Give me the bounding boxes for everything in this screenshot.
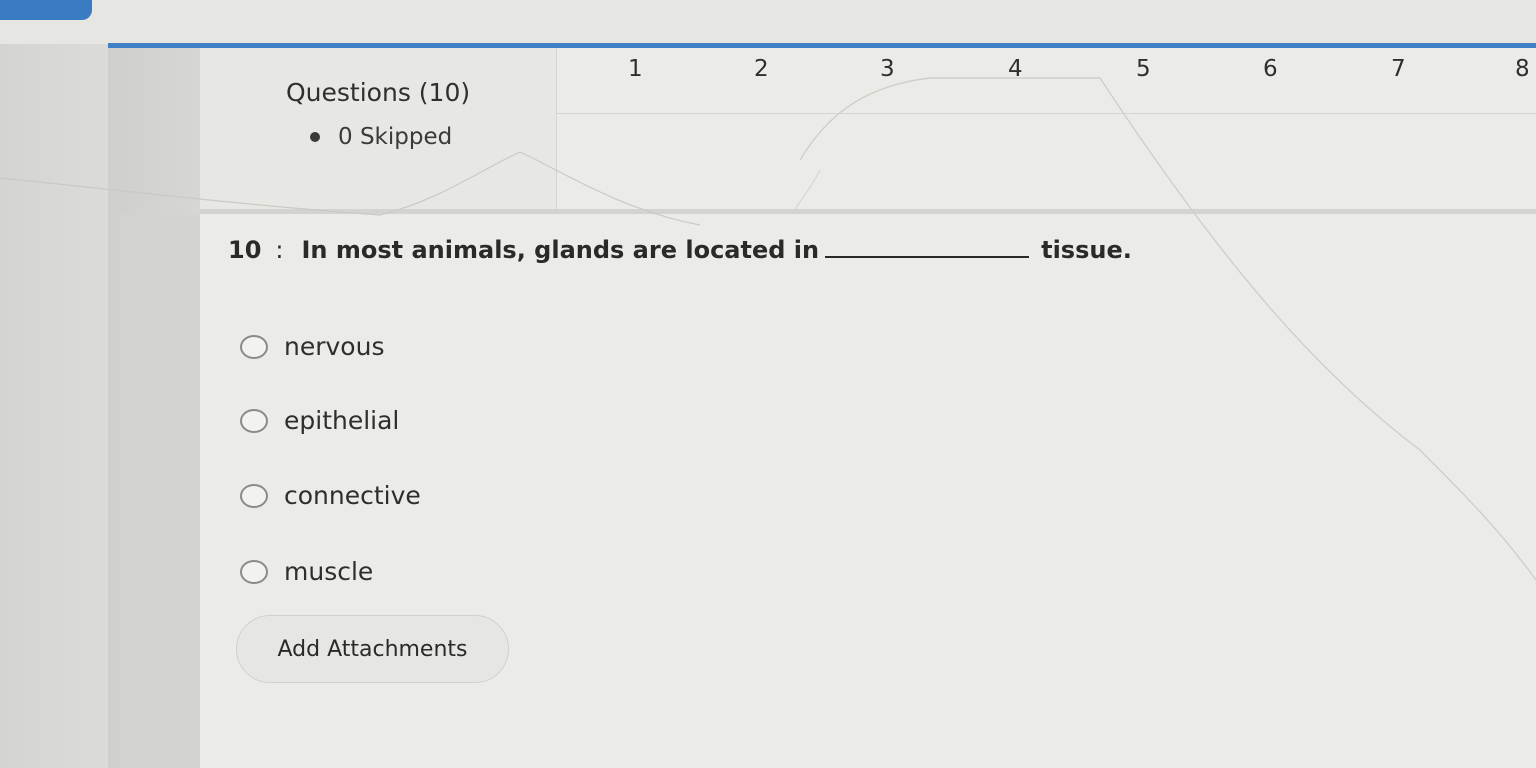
- option-label: muscle: [284, 557, 374, 586]
- skipped-label: 0 Skipped: [338, 124, 453, 150]
- question-nav-3[interactable]: 3: [880, 56, 895, 82]
- question-text-start: In most animals, glands are located in: [301, 236, 820, 264]
- answer-blank: [825, 238, 1030, 258]
- option-label: nervous: [284, 332, 385, 361]
- question-nav-8[interactable]: 8: [1515, 56, 1530, 82]
- left-gutter-lower: [120, 215, 208, 768]
- option-label: epithelial: [284, 406, 400, 435]
- option-muscle[interactable]: muscle: [240, 557, 373, 586]
- option-label: connective: [284, 481, 421, 510]
- question-number: 10: [228, 236, 262, 264]
- question-prompt: 10: In most animals, glands are located i…: [228, 236, 1132, 264]
- question-nav-2[interactable]: 2: [754, 56, 769, 82]
- status-dot-icon: [310, 132, 320, 142]
- question-text-end: tissue.: [1041, 236, 1132, 264]
- radio-button[interactable]: [240, 483, 268, 508]
- question-separator: :: [275, 236, 284, 264]
- questions-count: Questions (10): [286, 78, 471, 107]
- top-bar: [0, 0, 1536, 44]
- question-nav-1[interactable]: 1: [628, 56, 643, 82]
- skipped-status: 0 Skipped: [310, 124, 452, 150]
- question-nav-4[interactable]: 4: [1008, 56, 1023, 82]
- section-divider: [200, 209, 1536, 214]
- option-epithelial[interactable]: epithelial: [240, 406, 399, 435]
- navigator-divider: [557, 113, 1536, 114]
- question-navigator: 1 2 3 4 5 6 7 8: [557, 48, 1536, 114]
- radio-button[interactable]: [240, 559, 268, 584]
- radio-button[interactable]: [240, 408, 268, 433]
- corner-tab[interactable]: [0, 0, 92, 20]
- option-connective[interactable]: connective: [240, 481, 421, 510]
- question-nav-6[interactable]: 6: [1263, 56, 1278, 82]
- question-nav-5[interactable]: 5: [1136, 56, 1151, 82]
- radio-button[interactable]: [240, 334, 268, 359]
- add-attachments-button[interactable]: Add Attachments: [236, 615, 509, 683]
- question-nav-7[interactable]: 7: [1391, 56, 1406, 82]
- option-nervous[interactable]: nervous: [240, 332, 384, 361]
